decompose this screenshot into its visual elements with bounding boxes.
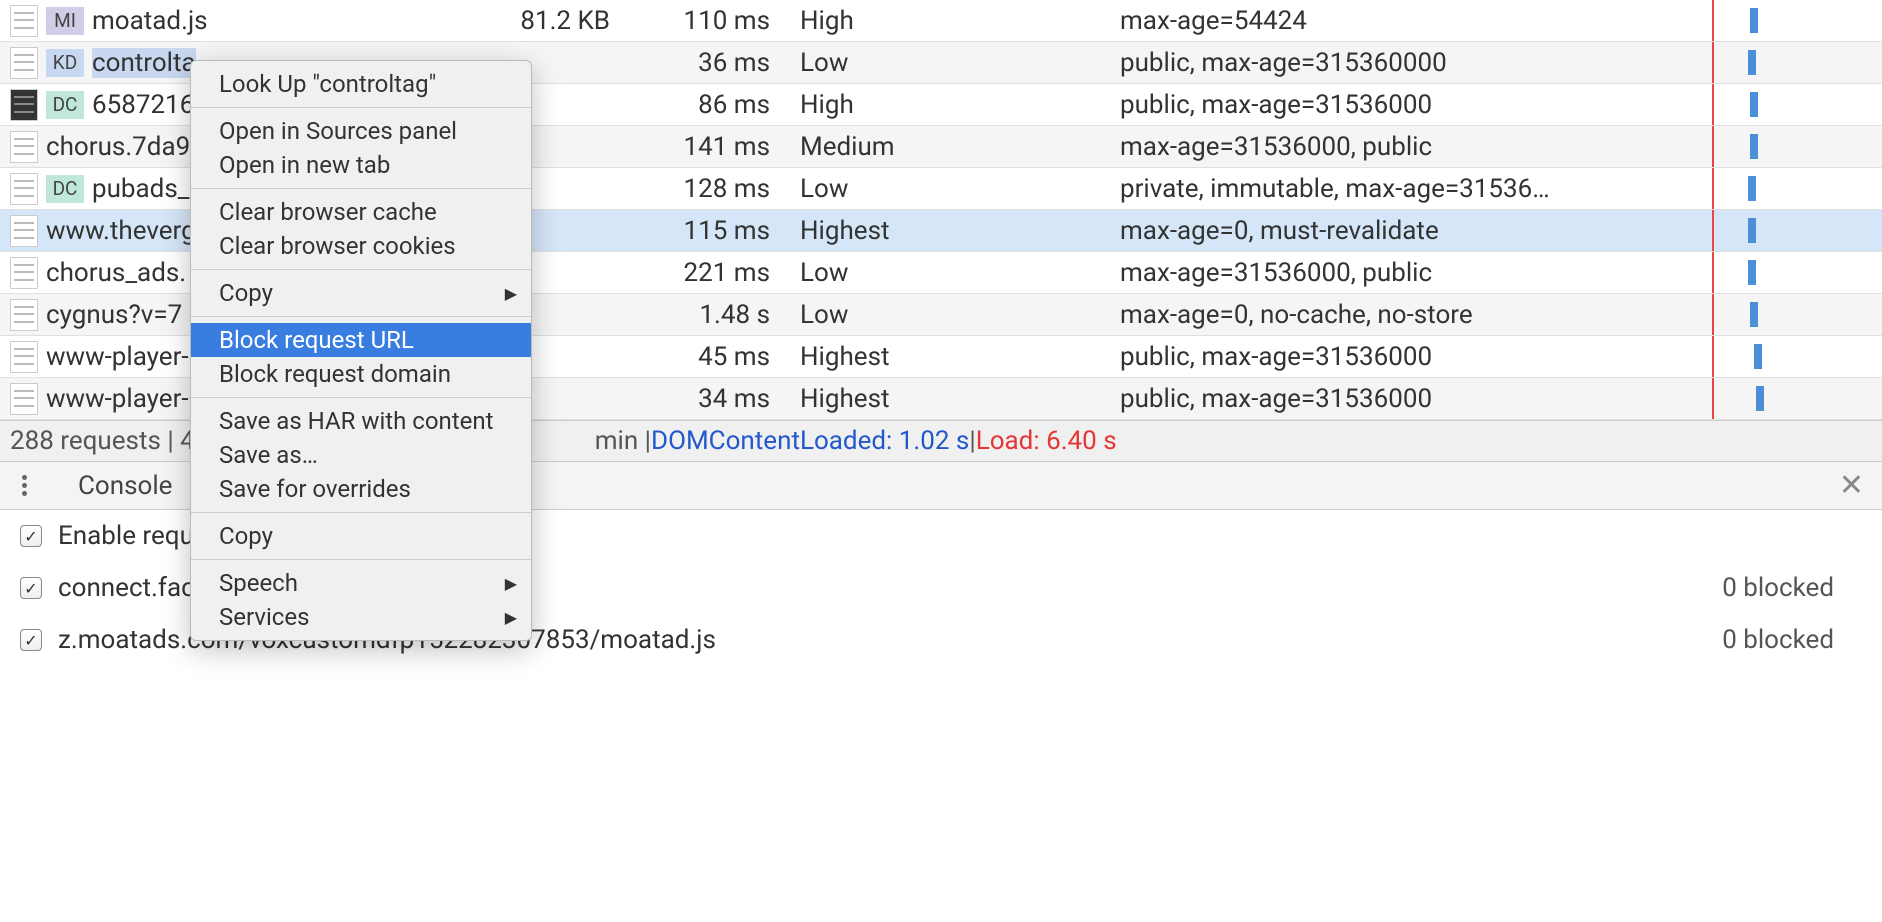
request-name: chorus.7da9 — [46, 132, 190, 162]
initiator-badge: KD — [46, 49, 84, 77]
blocked-count: 0 blocked — [1722, 625, 1862, 655]
priority-cell: Low — [790, 174, 1110, 204]
file-icon — [10, 215, 38, 247]
priority-cell: High — [790, 90, 1110, 120]
request-name: controlta — [92, 48, 196, 78]
menu-save-as[interactable]: Save as… — [191, 438, 531, 472]
waterfall-cell — [1690, 294, 1882, 335]
waterfall-cell — [1690, 252, 1882, 293]
cache-control-cell: public, max-age=31536000 — [1110, 90, 1690, 120]
file-icon — [10, 89, 38, 121]
close-icon[interactable]: ✕ — [1839, 468, 1864, 503]
cache-control-cell: public, max-age=31536000 — [1110, 384, 1690, 414]
menu-block-url[interactable]: Block request URL — [191, 323, 531, 357]
file-icon — [10, 383, 38, 415]
file-icon — [10, 173, 38, 205]
priority-cell: Low — [790, 48, 1110, 78]
enable-blocking-checkbox[interactable]: ✓ — [20, 525, 42, 547]
menu-speech[interactable]: Speech ▶ — [191, 566, 531, 600]
cache-control-cell: private, immutable, max-age=31536… — [1110, 174, 1690, 204]
waterfall-cell — [1690, 42, 1882, 83]
request-name: www-player- — [46, 384, 189, 414]
request-name: pubads_ — [92, 174, 190, 204]
time-cell: 115 ms — [630, 216, 790, 246]
menu-clear-cache[interactable]: Clear browser cache — [191, 195, 531, 229]
time-cell: 221 ms — [630, 258, 790, 288]
menu-services[interactable]: Services ▶ — [191, 600, 531, 634]
blocked-count: 0 blocked — [1722, 573, 1862, 603]
time-cell: 1.48 s — [630, 300, 790, 330]
menu-open-tab[interactable]: Open in new tab — [191, 148, 531, 182]
waterfall-cell — [1690, 0, 1882, 41]
cache-control-cell: max-age=0, no-cache, no-store — [1110, 300, 1690, 330]
priority-cell: Highest — [790, 384, 1110, 414]
summary-load: Load: 6.40 s — [976, 426, 1117, 456]
request-name: www-player- — [46, 342, 189, 372]
chevron-right-icon: ▶ — [505, 574, 517, 593]
priority-cell: High — [790, 6, 1110, 36]
priority-cell: Highest — [790, 216, 1110, 246]
summary-requests: 288 requests | 4 — [10, 426, 195, 456]
pattern-checkbox[interactable]: ✓ — [20, 629, 42, 651]
priority-cell: Highest — [790, 342, 1110, 372]
chevron-right-icon: ▶ — [505, 608, 517, 627]
menu-save-har[interactable]: Save as HAR with content — [191, 404, 531, 438]
menu-open-sources[interactable]: Open in Sources panel — [191, 114, 531, 148]
context-menu: Look Up "controltag" Open in Sources pan… — [190, 60, 532, 641]
kebab-icon[interactable] — [12, 475, 36, 496]
waterfall-cell — [1690, 84, 1882, 125]
console-tab[interactable]: Console — [64, 471, 186, 501]
waterfall-cell — [1690, 378, 1882, 419]
request-name: moatad.js — [92, 6, 208, 36]
cache-control-cell: public, max-age=31536000 — [1110, 342, 1690, 372]
pattern-checkbox[interactable]: ✓ — [20, 577, 42, 599]
request-name: 6587216 — [92, 90, 194, 120]
menu-lookup[interactable]: Look Up "controltag" — [191, 67, 531, 101]
chevron-right-icon: ▶ — [505, 284, 517, 303]
menu-copy[interactable]: Copy — [191, 519, 531, 553]
cache-control-cell: max-age=31536000, public — [1110, 132, 1690, 162]
size-cell: 81.2 KB — [380, 6, 630, 36]
time-cell: 110 ms — [630, 6, 790, 36]
initiator-badge: MI — [46, 7, 84, 35]
file-icon — [10, 341, 38, 373]
menu-block-domain[interactable]: Block request domain — [191, 357, 531, 391]
menu-clear-cookies[interactable]: Clear browser cookies — [191, 229, 531, 263]
cache-control-cell: public, max-age=315360000 — [1110, 48, 1690, 78]
waterfall-cell — [1690, 210, 1882, 251]
request-name: cygnus?v=7 — [46, 300, 182, 330]
summary-domcontentloaded: DOMContentLoaded: 1.02 s — [651, 426, 969, 456]
file-icon — [10, 5, 38, 37]
time-cell: 141 ms — [630, 132, 790, 162]
priority-cell: Low — [790, 258, 1110, 288]
priority-cell: Low — [790, 300, 1110, 330]
time-cell: 34 ms — [630, 384, 790, 414]
time-cell: 128 ms — [630, 174, 790, 204]
network-row[interactable]: MI moatad.js 81.2 KB110 msHighmax-age=5442… — [0, 0, 1882, 42]
request-name: www.theverg — [46, 216, 196, 246]
pattern-url: connect.fac — [58, 573, 195, 603]
time-cell: 36 ms — [630, 48, 790, 78]
waterfall-cell — [1690, 168, 1882, 209]
summary-mid: min | — [595, 426, 651, 456]
initiator-badge: DC — [46, 175, 84, 203]
menu-copy-submenu[interactable]: Copy ▶ — [191, 276, 531, 310]
menu-save-overrides[interactable]: Save for overrides — [191, 472, 531, 506]
cache-control-cell: max-age=0, must-revalidate — [1110, 216, 1690, 246]
request-name: chorus_ads. — [46, 258, 186, 288]
file-icon — [10, 131, 38, 163]
time-cell: 86 ms — [630, 90, 790, 120]
priority-cell: Medium — [790, 132, 1110, 162]
file-icon — [10, 47, 38, 79]
enable-blocking-label: Enable requ — [58, 521, 194, 551]
cache-control-cell: max-age=31536000, public — [1110, 258, 1690, 288]
file-icon — [10, 257, 38, 289]
file-icon — [10, 299, 38, 331]
waterfall-cell — [1690, 126, 1882, 167]
initiator-badge: DC — [46, 91, 84, 119]
waterfall-cell — [1690, 336, 1882, 377]
cache-control-cell: max-age=54424 — [1110, 6, 1690, 36]
time-cell: 45 ms — [630, 342, 790, 372]
